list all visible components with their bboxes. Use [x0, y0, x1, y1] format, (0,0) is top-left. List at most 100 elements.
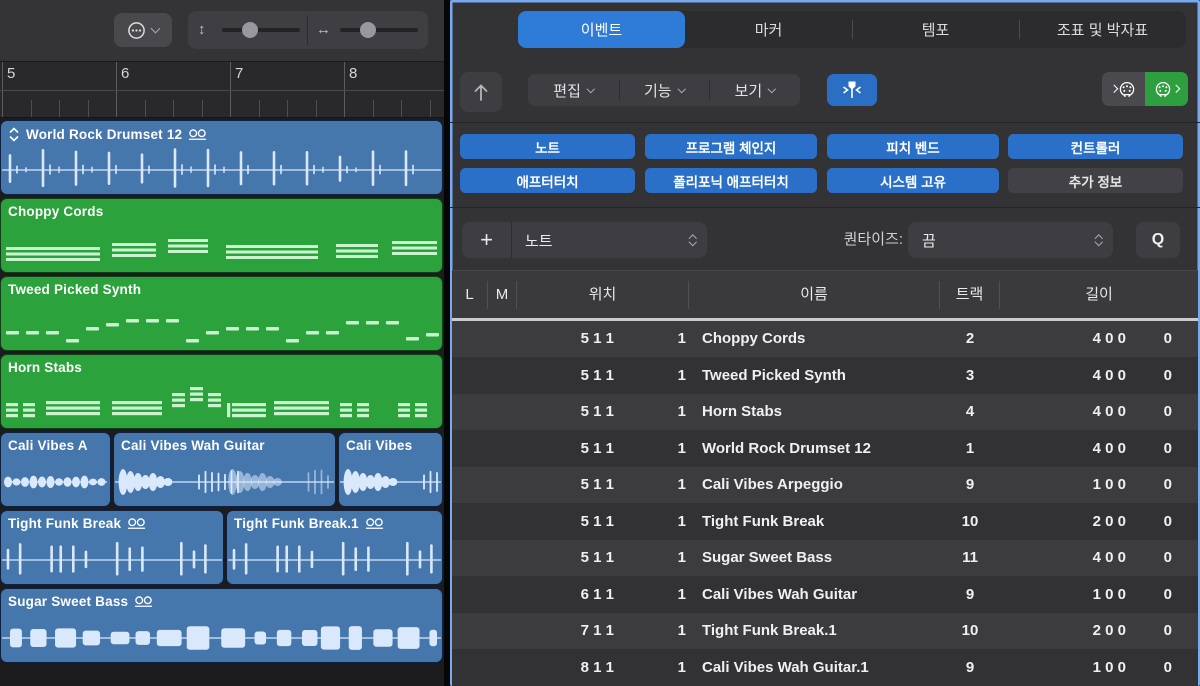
editor-tabbar: 이벤트 마커 템포 조표 및 박자표: [518, 11, 1186, 48]
quantize-apply-button[interactable]: Q: [1136, 222, 1180, 258]
tab-tempo[interactable]: 템포: [852, 11, 1019, 48]
chevron-right-icon: [1110, 85, 1118, 93]
vertical-zoom-slider[interactable]: [222, 28, 300, 32]
track-lane: Tight Funk Break Tight Funk Break.1: [0, 510, 443, 585]
menu-view[interactable]: 보기: [709, 74, 800, 106]
tab-marker[interactable]: 마커: [685, 11, 852, 48]
event-table-header: L M 위치 이름 트랙 길이: [452, 270, 1198, 318]
event-row[interactable]: 5 1 11Tight Funk Break102 0 00: [452, 503, 1198, 540]
region-world-rock-drumset-12[interactable]: World Rock Drumset 12: [0, 120, 443, 195]
event-row[interactable]: 5 1 11World Rock Drumset 1214 0 00: [452, 430, 1198, 467]
ruler-bar-number: 5: [7, 65, 15, 82]
region-label: Tight Funk Break.1: [234, 516, 359, 531]
event-row[interactable]: 5 1 11Horn Stabs44 0 00: [452, 394, 1198, 431]
apple-loop-icon: [365, 517, 384, 530]
apple-loop-icon: [188, 128, 207, 141]
midi-notes: [2, 355, 441, 428]
catch-playhead-button[interactable]: [827, 74, 877, 106]
bar-ruler[interactable]: 5 6 7 8: [0, 62, 444, 118]
midi-notes: [2, 199, 441, 272]
waveform: [115, 459, 334, 505]
event-row[interactable]: 8 1 11Cali Vibes Wah Guitar.191 0 00: [452, 649, 1198, 686]
chevron-down-icon: [151, 24, 161, 34]
event-row[interactable]: 5 1 11Tweed Picked Synth34 0 00: [452, 357, 1198, 394]
filter-program-change-button[interactable]: 프로그램 체인지: [645, 134, 817, 159]
tracks-toolbar: ↕ ↔: [0, 0, 444, 62]
apple-loop-icon: [127, 517, 146, 530]
region-tight-funk-break-1[interactable]: Tight Funk Break.1: [226, 510, 443, 585]
separator: [450, 207, 1200, 208]
event-type-value: 노트: [512, 230, 690, 251]
filter-notes-button[interactable]: 노트: [460, 134, 635, 159]
waveform: [2, 615, 441, 661]
stepper-icon: [1096, 236, 1102, 245]
zoom-slider-panel: ↕ ↔: [188, 11, 428, 49]
menu-edit[interactable]: 편집: [528, 74, 619, 106]
more-options-button[interactable]: [114, 13, 172, 47]
midi-out-button[interactable]: [1102, 72, 1145, 106]
region-label: Sugar Sweet Bass: [8, 594, 128, 609]
vertical-zoom-icon: ↕: [198, 11, 206, 49]
event-row[interactable]: 5 1 11Cali Vibes Arpeggio91 0 00: [452, 467, 1198, 504]
filter-poly-aftertouch-button[interactable]: 폴리포닉 애프터터치: [645, 168, 817, 193]
go-up-level-button[interactable]: [460, 72, 502, 112]
col-length: 길이: [1000, 281, 1198, 309]
col-track: 트랙: [940, 281, 1000, 309]
local-menu-bar: 편집 기능 보기: [528, 74, 800, 106]
region-choppy-cords[interactable]: Choppy Cords: [0, 198, 443, 273]
stepper-icon[interactable]: [690, 236, 696, 245]
chevron-down-icon: [587, 85, 595, 93]
menu-label: 편집: [553, 80, 581, 101]
filter-aftertouch-button[interactable]: 애프터터치: [460, 168, 635, 193]
region-cali-vibes-a[interactable]: Cali Vibes A: [0, 432, 111, 507]
transpose-follow-icon: [8, 126, 20, 143]
add-event-control: + 노트: [462, 222, 707, 258]
col-link: L: [452, 281, 488, 309]
midi-in-button[interactable]: [1145, 72, 1188, 106]
waveform: [2, 459, 109, 505]
horizontal-zoom-thumb[interactable]: [360, 22, 376, 38]
region-tight-funk-break[interactable]: Tight Funk Break: [0, 510, 224, 585]
chevron-down-icon: [677, 85, 685, 93]
arrow-up-icon: [471, 80, 491, 104]
tab-signature[interactable]: 조표 및 박자표: [1019, 11, 1186, 48]
region-label: Cali Vibes Wah Guitar: [121, 438, 265, 453]
region-cali-vibes-wah-guitar[interactable]: Cali Vibes Wah Guitar: [113, 432, 336, 507]
event-row[interactable]: 5 1 11Sugar Sweet Bass114 0 00: [452, 540, 1198, 577]
ellipsis-circle-icon: [127, 21, 146, 40]
filter-pitch-bend-button[interactable]: 피치 벤드: [827, 134, 999, 159]
region-tweed-picked-synth[interactable]: Tweed Picked Synth: [0, 276, 443, 351]
event-row[interactable]: 6 1 11Cali Vibes Wah Guitar91 0 00: [452, 576, 1198, 613]
quantize-select[interactable]: 끔: [908, 222, 1113, 258]
menu-label: 기능: [644, 80, 672, 101]
filter-sysex-button[interactable]: 시스템 고유: [827, 168, 999, 193]
quantize-value: 끔: [908, 230, 1096, 251]
ruler-bar-number: 7: [235, 65, 243, 82]
region-horn-stabs[interactable]: Horn Stabs: [0, 354, 443, 429]
waveform: [2, 537, 222, 583]
track-lane: Horn Stabs: [0, 354, 443, 429]
event-table-rows: 5 1 11Choppy Cords24 0 00 5 1 11Tweed Pi…: [452, 321, 1198, 686]
tab-event[interactable]: 이벤트: [518, 11, 685, 48]
event-list-panel: 이벤트 마커 템포 조표 및 박자표 편집 기능 보기: [450, 0, 1200, 686]
quantize-label: 퀀타이즈:: [785, 222, 903, 258]
add-event-button[interactable]: +: [462, 222, 512, 258]
chevron-down-icon: [768, 85, 776, 93]
track-lane: Cali Vibes A Cali Vibes Wah Guitar Cali …: [0, 432, 443, 507]
midi-io-buttons: [1102, 72, 1188, 106]
filter-controller-button[interactable]: 컨트롤러: [1008, 134, 1183, 159]
region-label: Cali Vibes: [346, 438, 412, 453]
col-name: 이름: [689, 281, 940, 309]
event-row[interactable]: 5 1 11Choppy Cords24 0 00: [452, 321, 1198, 358]
menu-functions[interactable]: 기능: [619, 74, 710, 106]
region-sugar-sweet-bass[interactable]: Sugar Sweet Bass: [0, 588, 443, 663]
horizontal-zoom-slider[interactable]: [340, 28, 418, 32]
tracks-area: ↕ ↔ 5 6 7 8: [0, 0, 444, 686]
event-row[interactable]: 7 1 11Tight Funk Break.1102 0 00: [452, 613, 1198, 650]
waveform: [2, 147, 441, 193]
horizontal-zoom-icon: ↔: [316, 11, 331, 49]
filter-additional-info-button[interactable]: 추가 정보: [1008, 168, 1183, 193]
vertical-zoom-thumb[interactable]: [242, 22, 258, 38]
ruler-bar-number: 8: [349, 65, 357, 82]
region-cali-vibes[interactable]: Cali Vibes: [338, 432, 443, 507]
